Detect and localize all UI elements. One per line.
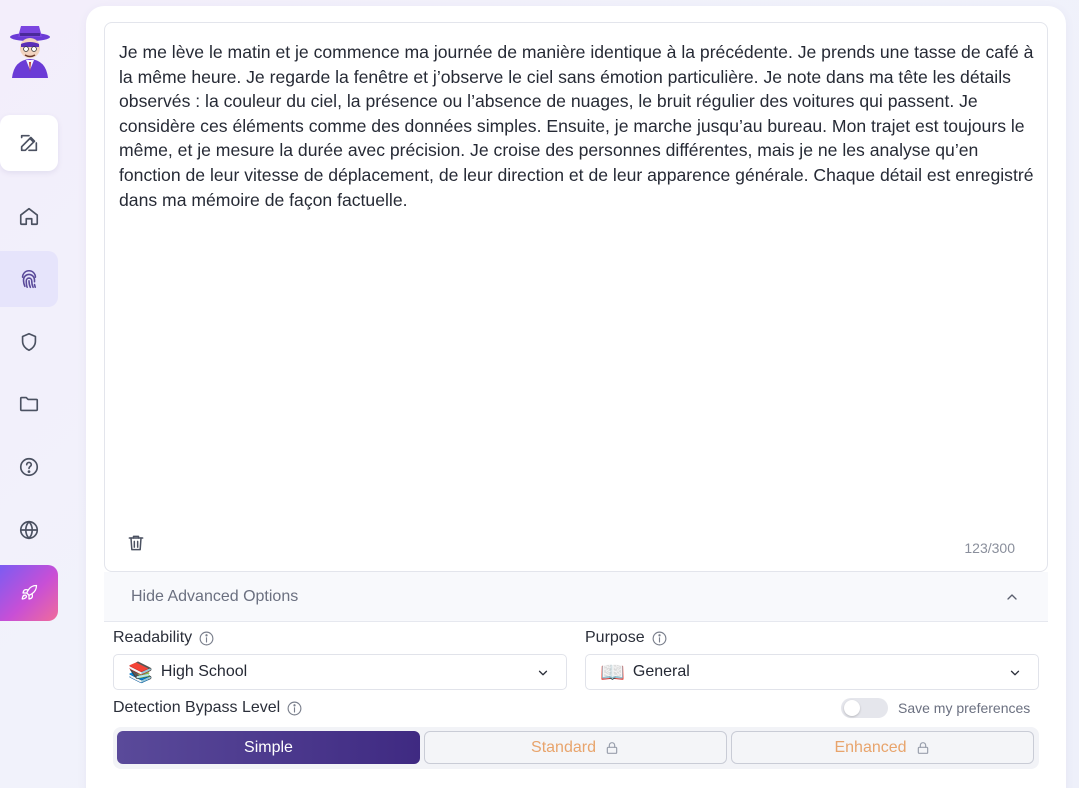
save-preferences-label: Save my preferences xyxy=(898,700,1031,716)
edit-icon xyxy=(20,134,38,152)
bypass-level-selector: Simple Standard Enhanced xyxy=(113,727,1039,769)
rocket-icon xyxy=(21,584,38,600)
sidebar-item-home[interactable] xyxy=(0,188,58,244)
books-icon: 📚 xyxy=(128,660,153,684)
editor-text[interactable]: Je me lève le matin et je commence ma jo… xyxy=(119,40,1039,212)
purpose-label: Purpose xyxy=(585,629,645,646)
save-preferences-toggle[interactable] xyxy=(841,698,888,718)
character-counter: 123/300 xyxy=(964,540,1015,556)
detective-avatar-icon[interactable] xyxy=(6,24,54,80)
purpose-value: General xyxy=(632,663,690,680)
bypass-label-row: Detection Bypass Level xyxy=(113,699,303,717)
chevron-up-icon xyxy=(1007,594,1017,600)
level-enhanced-label: Enhanced xyxy=(834,738,907,756)
sidebar-item-shield[interactable] xyxy=(0,314,58,370)
advanced-options-label: Hide Advanced Options xyxy=(131,587,299,605)
level-simple-label: Simple xyxy=(244,738,293,756)
help-circle-icon xyxy=(19,457,39,477)
lock-icon xyxy=(606,741,618,754)
sidebar xyxy=(0,0,80,788)
bypass-label: Detection Bypass Level xyxy=(113,699,281,716)
sidebar-item-rocket[interactable] xyxy=(0,565,58,621)
sidebar-item-edit[interactable] xyxy=(0,115,58,171)
save-preferences: Save my preferences xyxy=(841,698,1030,718)
fingerprint-icon xyxy=(21,269,37,289)
sidebar-item-help[interactable] xyxy=(0,439,58,495)
trash-icon[interactable] xyxy=(126,533,146,555)
info-icon[interactable] xyxy=(198,630,215,647)
open-book-icon: 📖 xyxy=(600,660,625,684)
sidebar-item-fingerprint[interactable] xyxy=(0,251,58,307)
folder-icon xyxy=(19,396,39,412)
shield-icon xyxy=(21,332,37,352)
readability-label: Readability xyxy=(113,629,193,646)
info-icon[interactable] xyxy=(651,630,668,647)
purpose-label-row: Purpose xyxy=(585,629,668,647)
info-icon[interactable] xyxy=(286,700,303,717)
advanced-options-toggle[interactable]: Hide Advanced Options xyxy=(104,572,1048,622)
level-simple-button[interactable]: Simple xyxy=(117,731,420,764)
level-enhanced-button[interactable]: Enhanced xyxy=(731,731,1034,764)
level-standard-button[interactable]: Standard xyxy=(424,731,727,764)
level-standard-label: Standard xyxy=(531,738,596,756)
chevron-down-icon xyxy=(538,670,548,676)
globe-icon xyxy=(19,520,39,540)
purpose-select[interactable]: 📖 General xyxy=(585,654,1039,690)
chevron-down-icon xyxy=(1010,670,1020,676)
readability-value: High School xyxy=(160,663,248,680)
readability-label-row: Readability xyxy=(113,629,215,647)
home-icon xyxy=(19,207,39,226)
toggle-knob xyxy=(844,700,860,716)
readability-select[interactable]: 📚 High School xyxy=(113,654,567,690)
text-editor[interactable]: Je me lève le matin et je commence ma jo… xyxy=(104,22,1048,572)
sidebar-item-folder[interactable] xyxy=(0,376,58,432)
lock-icon xyxy=(917,741,928,754)
sidebar-item-globe[interactable] xyxy=(0,502,58,558)
main-card: Je me lève le matin et je commence ma jo… xyxy=(86,6,1066,788)
